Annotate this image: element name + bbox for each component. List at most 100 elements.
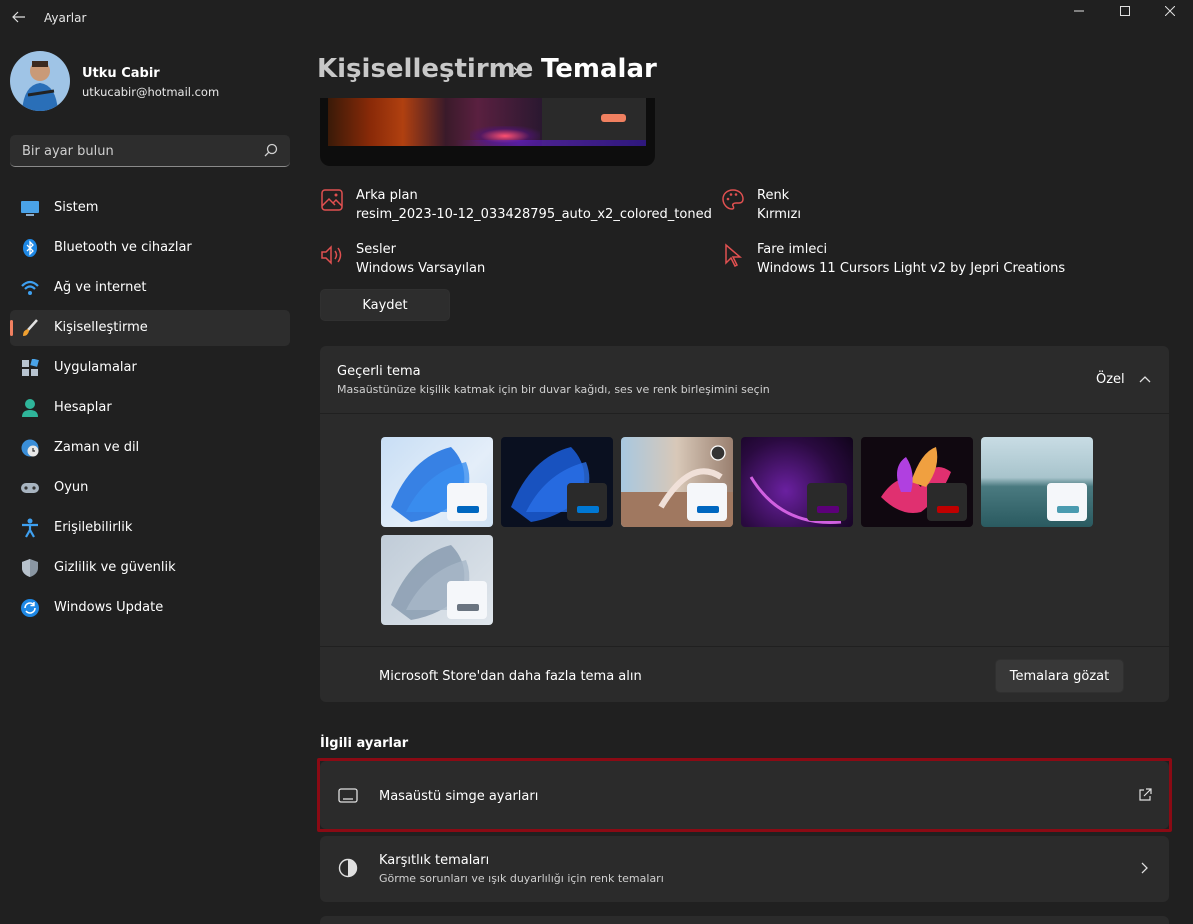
- sidebar-item-label: Bluetooth ve cihazlar: [54, 240, 192, 255]
- chevron-right-icon: [1141, 862, 1148, 874]
- next-row-partial: [320, 916, 1169, 924]
- tile-accent: [937, 506, 959, 513]
- tile-accent: [697, 506, 719, 513]
- sidebar-item-label: Uygulamalar: [54, 360, 137, 375]
- current-theme-header[interactable]: Geçerli tema Masaüstünüze kişilik katmak…: [320, 346, 1169, 413]
- sidebar-item-label: Windows Update: [54, 600, 164, 615]
- contrast-icon: [338, 858, 358, 878]
- accent-preview: [601, 114, 626, 122]
- cursor-icon: [725, 243, 743, 268]
- sidebar-item-label: Erişilebilirlik: [54, 520, 133, 535]
- speaker-icon: [321, 245, 342, 265]
- tile-window-preview: [927, 483, 967, 521]
- tile-window-preview: [567, 483, 607, 521]
- maximize-icon: [1120, 6, 1130, 16]
- theme-preview: [320, 98, 655, 166]
- monitor-icon: [20, 198, 40, 218]
- picture-icon: [321, 189, 343, 211]
- sidebar-item-label: Oyun: [54, 480, 89, 495]
- sidebar-item-apps[interactable]: Uygulamalar: [10, 350, 290, 386]
- tile-accent: [457, 506, 479, 513]
- theme-tile-flow[interactable]: [861, 437, 973, 527]
- chevron-up-icon[interactable]: [1139, 375, 1151, 383]
- tile-window-preview: [687, 483, 727, 521]
- user-name: Utku Cabir: [82, 66, 160, 81]
- theme-tile-windows-dark[interactable]: [501, 437, 613, 527]
- highlight-annotation: [317, 758, 1172, 832]
- current-theme-subtitle: Masaüstünüze kişilik katmak için bir duv…: [337, 383, 770, 396]
- breadcrumb-parent[interactable]: Kişiselleştirme: [317, 54, 533, 84]
- sidebar-item-label: Hesaplar: [54, 400, 112, 415]
- minimize-button[interactable]: [1056, 0, 1102, 22]
- apps-icon: [20, 358, 40, 378]
- search-icon[interactable]: [264, 143, 278, 157]
- tile-window-preview: [447, 581, 487, 619]
- current-theme-value: Özel: [1096, 372, 1125, 387]
- wallpaper-light-streak: [328, 140, 646, 146]
- sidebar-item-network[interactable]: Ağ ve internet: [10, 270, 290, 306]
- theme-tile-windows-light[interactable]: [381, 437, 493, 527]
- sounds-setting[interactable]: [320, 243, 344, 271]
- shield-icon: [20, 558, 40, 578]
- cursor-value: Windows 11 Cursors Light v2 by Jepri Cre…: [757, 261, 1066, 276]
- active-indicator: [10, 320, 13, 336]
- theme-gallery: [320, 414, 1169, 646]
- sidebar-item-label: Kişiselleştirme: [54, 320, 148, 335]
- accessibility-icon: [20, 518, 40, 538]
- cursor-setting[interactable]: [721, 243, 745, 271]
- tile-window-preview: [447, 483, 487, 521]
- browse-themes-button[interactable]: Temalara gözat: [995, 659, 1124, 693]
- sounds-title: Sesler: [356, 242, 396, 257]
- search-box[interactable]: [10, 135, 290, 167]
- color-value: Kırmızı: [757, 207, 801, 222]
- minimize-icon: [1074, 10, 1084, 12]
- theme-tile-glow[interactable]: [621, 437, 733, 527]
- breadcrumb-separator: ›: [512, 58, 520, 82]
- search-input[interactable]: [20, 141, 264, 161]
- palette-icon: [722, 189, 744, 210]
- sidebar-item-bluetooth[interactable]: Bluetooth ve cihazlar: [10, 230, 290, 266]
- contrast-themes-subtitle: Görme sorunları ve ışık duyarlılığı için…: [379, 872, 664, 885]
- contrast-themes-row[interactable]: Karşıtlık temaları Görme sorunları ve ış…: [320, 836, 1169, 902]
- close-button[interactable]: [1147, 0, 1193, 22]
- color-setting[interactable]: [721, 188, 745, 216]
- tile-accent: [457, 604, 479, 611]
- contrast-themes-title: Karşıtlık temaları: [379, 853, 490, 868]
- sidebar-item-gaming[interactable]: Oyun: [10, 470, 290, 506]
- update-icon: [20, 598, 40, 618]
- user-email: utkucabir@hotmail.com: [82, 85, 220, 99]
- sidebar-item-windows-update[interactable]: Windows Update: [10, 590, 290, 626]
- back-arrow-icon: [12, 11, 25, 23]
- background-title: Arka plan: [356, 188, 418, 203]
- tile-accent: [1057, 506, 1079, 513]
- color-title: Renk: [757, 188, 790, 203]
- save-button[interactable]: Kaydet: [320, 289, 450, 321]
- avatar[interactable]: [10, 51, 70, 111]
- sidebar-item-time-language[interactable]: Zaman ve dil: [10, 430, 290, 466]
- sidebar-item-sistem[interactable]: Sistem: [10, 190, 290, 226]
- background-value: resim_2023-10-12_033428795_auto_x2_color…: [356, 207, 712, 222]
- tile-accent: [817, 506, 839, 513]
- sidebar-item-label: Sistem: [54, 200, 99, 215]
- window-preview: [542, 98, 646, 146]
- globe-clock-icon: [20, 438, 40, 458]
- wifi-icon: [20, 278, 40, 298]
- theme-tile-grey-bloom[interactable]: [381, 535, 493, 625]
- theme-tile-captured-motion[interactable]: [741, 437, 853, 527]
- theme-tile-sunrise[interactable]: [981, 437, 1093, 527]
- bluetooth-icon: [20, 238, 40, 258]
- back-button[interactable]: [8, 6, 30, 28]
- sidebar-item-label: Ağ ve internet: [54, 280, 147, 295]
- sidebar-item-accounts[interactable]: Hesaplar: [10, 390, 290, 426]
- gamepad-icon: [20, 478, 40, 498]
- tile-window-preview: [807, 483, 847, 521]
- current-theme-title: Geçerli tema: [337, 364, 421, 379]
- background-setting[interactable]: [320, 188, 344, 216]
- sidebar-item-label: Gizlilik ve güvenlik: [54, 560, 176, 575]
- sidebar-item-accessibility[interactable]: Erişilebilirlik: [10, 510, 290, 546]
- sidebar-item-personalization[interactable]: Kişiselleştirme: [10, 310, 290, 346]
- sounds-value: Windows Varsayılan: [356, 261, 486, 276]
- maximize-button[interactable]: [1102, 0, 1148, 22]
- tile-accent: [577, 506, 599, 513]
- sidebar-item-privacy[interactable]: Gizlilik ve güvenlik: [10, 550, 290, 586]
